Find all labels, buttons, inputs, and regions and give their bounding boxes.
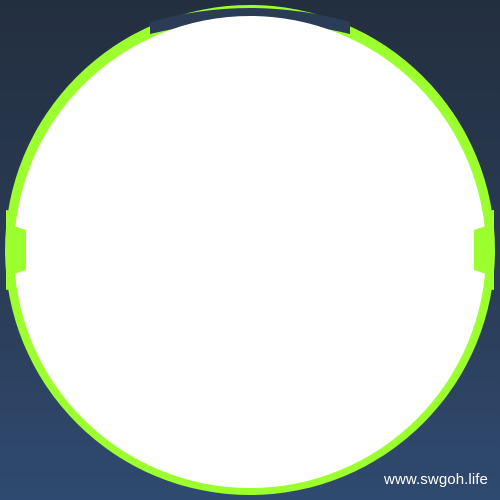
frame-right-inlay <box>474 226 486 274</box>
portrait-area <box>14 16 486 488</box>
portrait-frame <box>5 5 495 495</box>
watermark-text: www.swgoh.life <box>384 471 488 488</box>
frame-left-inlay <box>14 226 26 274</box>
